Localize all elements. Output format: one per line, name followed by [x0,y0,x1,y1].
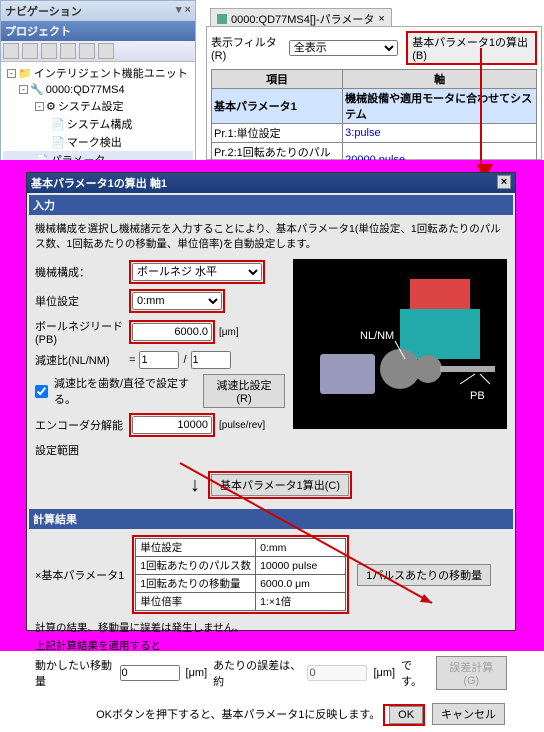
nav-title-bar: ナビゲーション ▾ × [1,1,195,21]
down-arrow-icon: ↓ [190,474,200,497]
table-row: Pr.1:単位設定3:pulse [212,124,537,143]
ratio-nm-input[interactable] [191,351,231,369]
cancel-button[interactable]: キャンセル [432,703,505,725]
dialog-title: 基本パラメータ1の算出 軸1 [31,175,167,191]
navigation-panel: ナビゲーション ▾ × プロジェクト -📁 インテリジェント機能ユニット -🔧 … [0,0,196,160]
lead-unit: [μm] [219,327,239,338]
unit-select[interactable]: 0:mm [132,292,222,310]
svg-text:PB: PB [470,390,485,402]
apply-unit-b: [μm] [373,667,395,679]
table-row: 1回転あたりの移動量6000.0 μm [136,575,346,593]
input-form: 機械構成： ボールネジ 水平 単位設定 0:mm ボールネジリード(PB) [μ… [35,255,285,463]
apply-label-b: あたりの誤差は、約 [213,657,301,689]
mech-label: 機械構成： [35,264,125,280]
tab-icon [217,14,227,24]
parameter-panel: 表示フィルタ(R) 全表示 基本パラメータ1の算出(B) 項目軸 基本パラメータ… [206,26,542,160]
toolbar-button[interactable] [98,43,114,59]
dialog-title-bar: 基本パラメータ1の算出 軸1 × [27,173,515,193]
tree-syscfg[interactable]: 📄 システム構成 [3,115,193,133]
close-icon[interactable]: × [497,175,511,189]
range-label: 設定範囲 [35,442,125,458]
bottom-note: OKボタンを押下すると、基本パラメータ1に反映します。 [96,709,380,721]
apply-end: です。 [401,657,429,689]
result-label: ×基本パラメータ1 [35,567,124,583]
tab-close-icon[interactable]: × [378,13,384,25]
section-result-header: 計算結果 [29,509,513,529]
apply-unit-a: [μm] [186,667,208,679]
tab-label: 0000:QD77MS4[]-パラメータ [231,11,374,27]
project-tree: -📁 インテリジェント機能ユニット -🔧 0000:QD77MS4 -⚙ システ… [1,62,195,171]
filter-label: 表示フィルタ(R) [211,34,285,62]
move-amount-input[interactable] [120,665,180,681]
error-output [307,665,367,681]
encoder-input[interactable] [132,416,212,434]
error-calc-button[interactable]: 誤差計算(G) [436,656,507,690]
nav-toolbar [1,41,195,62]
cat-desc: 機械設備や適用モータに合わせてシステム [343,89,537,124]
lead-input[interactable] [132,323,212,341]
table-row: 単位倍率1:×1倍 [136,593,346,611]
col-axis: 軸 [343,70,537,89]
mech-select[interactable]: ボールネジ 水平 [132,263,262,281]
svg-text:NL/NM: NL/NM [360,330,394,342]
encoder-label: エンコーダ分解能 [35,417,125,433]
cat-name: 基本パラメータ1 [212,89,343,124]
ratio-label: 減速比(NL/NM) [35,352,125,368]
calculate-button[interactable]: 基本パラメータ1算出(C) [211,474,349,496]
lead-label: ボールネジリード(PB) [35,318,125,346]
gear-ratio-button[interactable]: 減速比設定(R) [203,374,285,408]
dialog-description: 機械構成を選択し機械諸元を入力することにより、基本パラメータ1(単位設定、1回転… [27,217,515,255]
result-note1: 計算の結果、移動量に誤差は発生しません。 [35,620,507,635]
gear-checkbox[interactable] [35,385,48,398]
toolbar-button[interactable] [3,43,19,59]
apply-label-a: 動かしたい移動量 [35,657,114,689]
tree-root[interactable]: -📁 インテリジェント機能ユニット [3,64,193,82]
encoder-unit: [pulse/rev] [219,420,265,431]
nav-dock-icon[interactable]: ▾ × [176,3,191,19]
toolbar-button[interactable] [79,43,95,59]
tree-mark[interactable]: 📄 マーク検出 [3,133,193,151]
calc-basic-button[interactable]: 基本パラメータ1の算出(B) [406,31,537,65]
gear-label: 減速比を歯数/直径で設定する。 [54,375,197,407]
pulse-move-button[interactable]: 1パルスあたりの移動量 [357,564,491,586]
ok-button[interactable]: OK [389,706,423,724]
nav-title: ナビゲーション [5,3,82,19]
tree-unit[interactable]: -🔧 0000:QD77MS4 [3,82,193,97]
toolbar-button[interactable] [41,43,57,59]
mechanism-diagram: NL/NM PB [293,259,507,429]
project-header: プロジェクト [1,21,195,41]
section-input-header: 入力 [29,195,513,215]
filter-select[interactable]: 全表示 [289,40,398,56]
table-row: 1回転あたりのパルス数10000 pulse [136,557,346,575]
tree-system[interactable]: -⚙ システム設定 [3,97,193,115]
red-connector [480,48,482,172]
table-row: 単位設定0:mm [136,539,346,557]
col-item: 項目 [212,70,343,89]
result-table: 単位設定0:mm 1回転あたりのパルス数10000 pulse 1回転あたりの移… [135,538,346,611]
toolbar-button[interactable] [22,43,38,59]
unit-label: 単位設定 [35,293,125,309]
ratio-nl-input[interactable] [139,351,179,369]
calc-dialog: 基本パラメータ1の算出 軸1 × 入力 機械構成を選択し機械諸元を入力することに… [26,172,516,631]
toolbar-button[interactable] [60,43,76,59]
